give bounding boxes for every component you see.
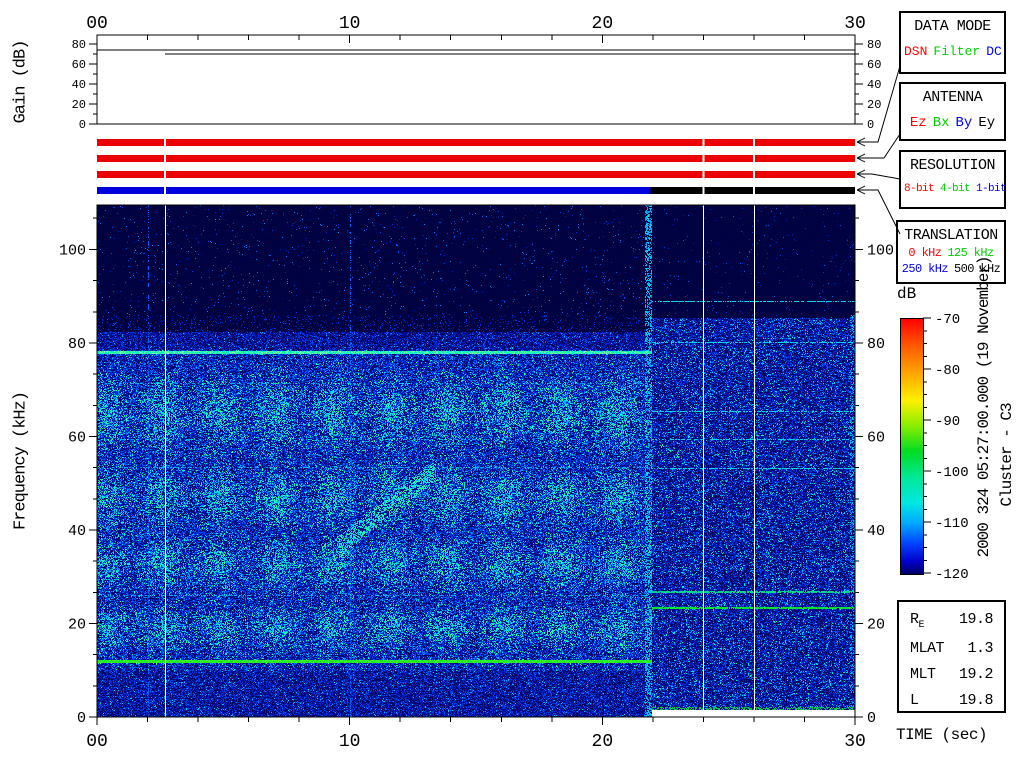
freq-tick-label-right: 100 bbox=[867, 242, 894, 259]
antenna-bar-gap bbox=[752, 154, 755, 163]
legend-connector-1 bbox=[872, 133, 901, 159]
freq-tick-label-left: 40 bbox=[68, 523, 86, 540]
time-top-tick-label: 30 bbox=[844, 14, 866, 34]
freq-tick-label-right: 80 bbox=[867, 336, 885, 353]
freq-tick-label-left: 20 bbox=[68, 616, 86, 633]
resolution-bar-segment bbox=[97, 171, 855, 178]
time-bottom-tick-label: 20 bbox=[592, 732, 614, 752]
translation-bar-segment bbox=[650, 187, 855, 194]
time-bottom-tick-label: 10 bbox=[339, 732, 361, 752]
legend-connector-2 bbox=[871, 173, 901, 180]
gain-tick-label-right: 40 bbox=[867, 78, 881, 92]
resolution-bar-gap bbox=[702, 170, 705, 179]
time-top-tick-label: 20 bbox=[592, 14, 614, 34]
wbd-spectrogram-display: Gain (dB) Frequency (kHz) dB DATA MODE D… bbox=[0, 0, 1024, 768]
colorbar-tick-label: -110 bbox=[935, 516, 969, 532]
gain-tick-label-left: 20 bbox=[72, 98, 86, 112]
gain-tick-label-left: 60 bbox=[72, 58, 86, 72]
gain-tick-label-right: 0 bbox=[867, 118, 874, 132]
antenna-bar-segment bbox=[97, 155, 855, 162]
gain-tick-label-right: 60 bbox=[867, 58, 881, 72]
gain-plot-frame bbox=[96, 34, 856, 125]
data-mode-bar-gap bbox=[702, 138, 705, 147]
legend-arrow-head bbox=[856, 137, 866, 143]
freq-tick-label-right: 40 bbox=[867, 523, 885, 540]
time-bottom-tick-label: 00 bbox=[86, 732, 108, 752]
legend-arrow-head bbox=[856, 185, 866, 191]
time-bottom-tick-label: 30 bbox=[844, 732, 866, 752]
freq-tick-label-left: 80 bbox=[68, 336, 86, 353]
freq-tick-label-left: 0 bbox=[77, 710, 86, 727]
data-mode-bar-gap bbox=[164, 138, 167, 147]
translation-bar-gap bbox=[702, 186, 705, 195]
translation-bar-segment bbox=[97, 187, 651, 194]
gain-tick-label-right: 80 bbox=[867, 38, 881, 52]
spectrogram-frame bbox=[96, 204, 856, 718]
legend-arrow-head bbox=[856, 173, 866, 179]
legend-connector-3 bbox=[872, 189, 901, 235]
colorbar-tick-label: -80 bbox=[935, 363, 960, 379]
antenna-bar-gap bbox=[164, 154, 167, 163]
translation-bar-gap bbox=[164, 186, 167, 195]
axes-overlay: 00 10 20 300 020 2040 4060 6080 800 020 2040 4060 60… bbox=[59, 14, 969, 752]
freq-tick-label-left: 100 bbox=[59, 242, 86, 259]
legend-arrow-head bbox=[856, 169, 866, 175]
time-top-tick-label: 10 bbox=[339, 14, 361, 34]
gain-tick-label-left: 0 bbox=[79, 118, 86, 132]
legend-arrow-head bbox=[856, 189, 866, 195]
colorbar-tick-label: -120 bbox=[935, 567, 969, 583]
freq-tick-label-right: 60 bbox=[867, 429, 885, 446]
antenna-bar-gap bbox=[702, 154, 705, 163]
resolution-bar-gap bbox=[164, 170, 167, 179]
gain-tick-label-left: 40 bbox=[72, 78, 86, 92]
colorbar-tick-label: -100 bbox=[935, 465, 969, 481]
freq-tick-label-left: 60 bbox=[68, 429, 86, 446]
translation-bar-gap bbox=[752, 186, 755, 195]
colorbar-tick-label: -90 bbox=[935, 414, 960, 430]
freq-tick-label-right: 20 bbox=[867, 616, 885, 633]
legend-arrow-head bbox=[856, 141, 866, 147]
legend-arrow-head bbox=[856, 157, 866, 163]
data-mode-bar-segment bbox=[97, 139, 855, 146]
time-top-tick-label: 00 bbox=[86, 14, 108, 34]
legend-arrow-head bbox=[856, 153, 866, 159]
colorbar-tick-label: -70 bbox=[935, 312, 960, 328]
gain-tick-label-right: 20 bbox=[867, 98, 881, 112]
freq-tick-label-right: 0 bbox=[867, 710, 876, 727]
data-mode-bar-gap bbox=[752, 138, 755, 147]
resolution-bar-gap bbox=[752, 170, 755, 179]
gain-tick-label-left: 80 bbox=[72, 38, 86, 52]
